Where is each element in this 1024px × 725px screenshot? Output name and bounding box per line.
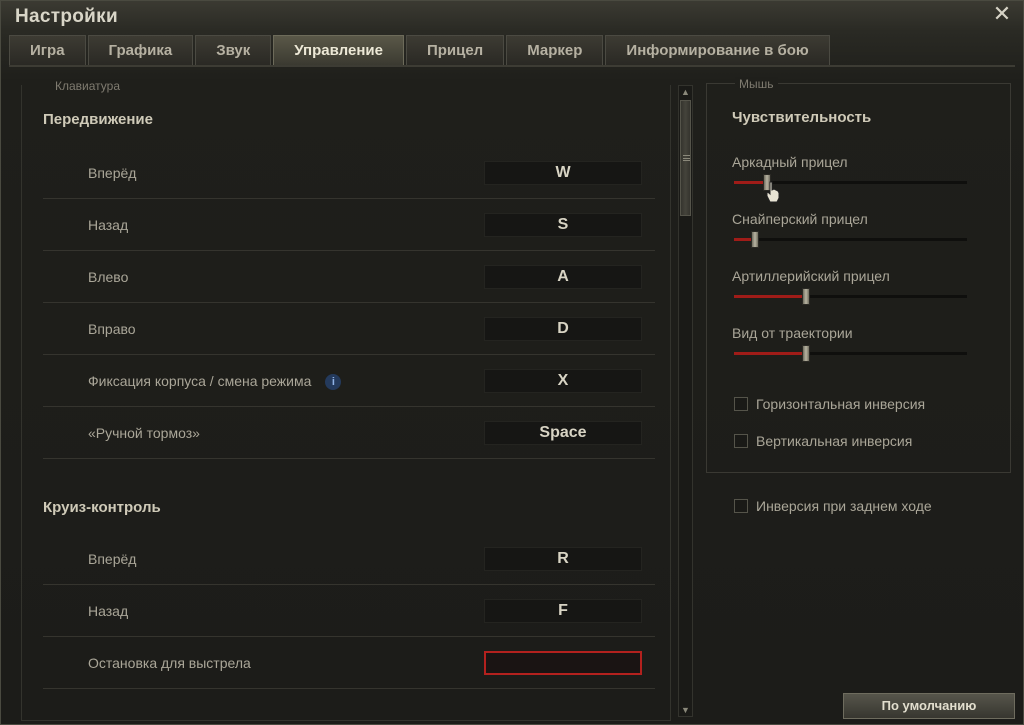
hand-cursor-icon bbox=[766, 181, 780, 203]
info-icon[interactable]: i bbox=[325, 374, 342, 390]
slider-artillery[interactable] bbox=[734, 288, 967, 305]
window-title: Настройки bbox=[15, 6, 118, 27]
keybind-box[interactable]: R bbox=[484, 547, 642, 571]
keybind-box[interactable]: X bbox=[484, 369, 642, 393]
horizontal-inversion-label: Горизонтальная инверсия bbox=[756, 396, 926, 412]
slider-thumb[interactable] bbox=[802, 288, 811, 305]
reverse-inversion-checkbox[interactable] bbox=[734, 499, 748, 513]
keybind-box[interactable]: W bbox=[484, 161, 642, 185]
keybind-row-forward: Вперёд W bbox=[43, 147, 655, 199]
keybind-label: Назад bbox=[88, 603, 129, 619]
slider-label-artillery: Артиллерийский прицел bbox=[732, 268, 890, 284]
tab-divider bbox=[9, 65, 1015, 67]
scroll-thumb[interactable] bbox=[680, 100, 691, 216]
default-settings-button[interactable]: По умолчанию bbox=[843, 693, 1015, 719]
keybind-label: Вправо bbox=[88, 321, 136, 337]
keybind-row-handbrake: «Ручной тормоз» Space bbox=[43, 407, 655, 459]
slider-fill bbox=[734, 352, 807, 355]
keybind-label: Вперёд bbox=[88, 165, 137, 181]
keybind-box[interactable]: F bbox=[484, 599, 642, 623]
vertical-inversion-label: Вертикальная инверсия bbox=[756, 433, 913, 449]
keybind-label: «Ручной тормоз» bbox=[88, 425, 200, 441]
keyboard-scrollbar[interactable]: ▲ ▼ bbox=[678, 85, 693, 717]
mouse-legend: Мышь bbox=[735, 77, 778, 91]
tab-game[interactable]: Игра bbox=[9, 35, 86, 65]
keyboard-legend: Клавиатура bbox=[51, 79, 124, 93]
keybind-label: Влево bbox=[88, 269, 129, 285]
keybind-row-stop-to-fire: Остановка для выстрела bbox=[43, 637, 655, 689]
keybind-label-wrap: Фиксация корпуса / смена режима i bbox=[88, 373, 342, 390]
slider-label-sniper: Снайперский прицел bbox=[732, 211, 868, 227]
keybind-row-cruise-forward: Вперёд R bbox=[43, 533, 655, 585]
slider-fill bbox=[734, 295, 807, 298]
tab-bar: Игра Графика Звук Управление Прицел Марк… bbox=[9, 35, 832, 65]
keybind-box-active[interactable] bbox=[484, 651, 642, 675]
slider-sniper[interactable] bbox=[734, 231, 967, 248]
slider-label-arcade: Аркадный прицел bbox=[732, 154, 848, 170]
horizontal-inversion-checkbox[interactable] bbox=[734, 397, 748, 411]
keybind-label: Вперёд bbox=[88, 551, 137, 567]
reverse-inversion-label: Инверсия при заднем ходе bbox=[756, 498, 932, 514]
tab-marker[interactable]: Маркер bbox=[506, 35, 604, 65]
tab-sight[interactable]: Прицел bbox=[405, 35, 505, 65]
tab-sound[interactable]: Звук bbox=[195, 35, 272, 65]
keybind-row-right: Вправо D bbox=[43, 303, 655, 355]
grip-icon bbox=[683, 155, 690, 161]
keybind-row-back: Назад S bbox=[43, 199, 655, 251]
keybind-label: Остановка для выстрела bbox=[88, 655, 251, 671]
keybind-row-left: Влево A bbox=[43, 251, 655, 303]
keybind-box[interactable]: Space bbox=[484, 421, 642, 445]
close-icon[interactable]: ✕ bbox=[991, 3, 1013, 25]
keybind-box[interactable]: A bbox=[484, 265, 642, 289]
keybind-label: Назад bbox=[88, 217, 129, 233]
keybind-label: Фиксация корпуса / смена режима bbox=[88, 373, 312, 389]
sensitivity-title: Чувствительность bbox=[732, 109, 872, 126]
slider-label-trajectory: Вид от траектории bbox=[732, 325, 853, 341]
keybind-row-hull-lock: Фиксация корпуса / смена режима i X bbox=[43, 355, 655, 407]
slider-thumb[interactable] bbox=[750, 231, 759, 248]
keybind-row-cruise-back: Назад F bbox=[43, 585, 655, 637]
movement-section-title: Передвижение bbox=[43, 111, 153, 128]
tab-controls[interactable]: Управление bbox=[273, 35, 404, 65]
vertical-inversion-checkbox[interactable] bbox=[734, 434, 748, 448]
slider-thumb[interactable] bbox=[802, 345, 811, 362]
cruise-section-title: Круиз-контроль bbox=[43, 499, 161, 516]
scroll-up-icon[interactable]: ▲ bbox=[680, 86, 691, 98]
tab-graphics[interactable]: Графика bbox=[87, 35, 194, 65]
tab-battle-info[interactable]: Информирование в бою bbox=[605, 35, 830, 65]
keybind-box[interactable]: S bbox=[484, 213, 642, 237]
settings-window: Настройки ✕ Игра Графика Звук Управление… bbox=[0, 0, 1024, 725]
slider-trajectory[interactable] bbox=[734, 345, 967, 362]
keybind-box[interactable]: D bbox=[484, 317, 642, 341]
scroll-down-icon[interactable]: ▼ bbox=[680, 704, 691, 716]
